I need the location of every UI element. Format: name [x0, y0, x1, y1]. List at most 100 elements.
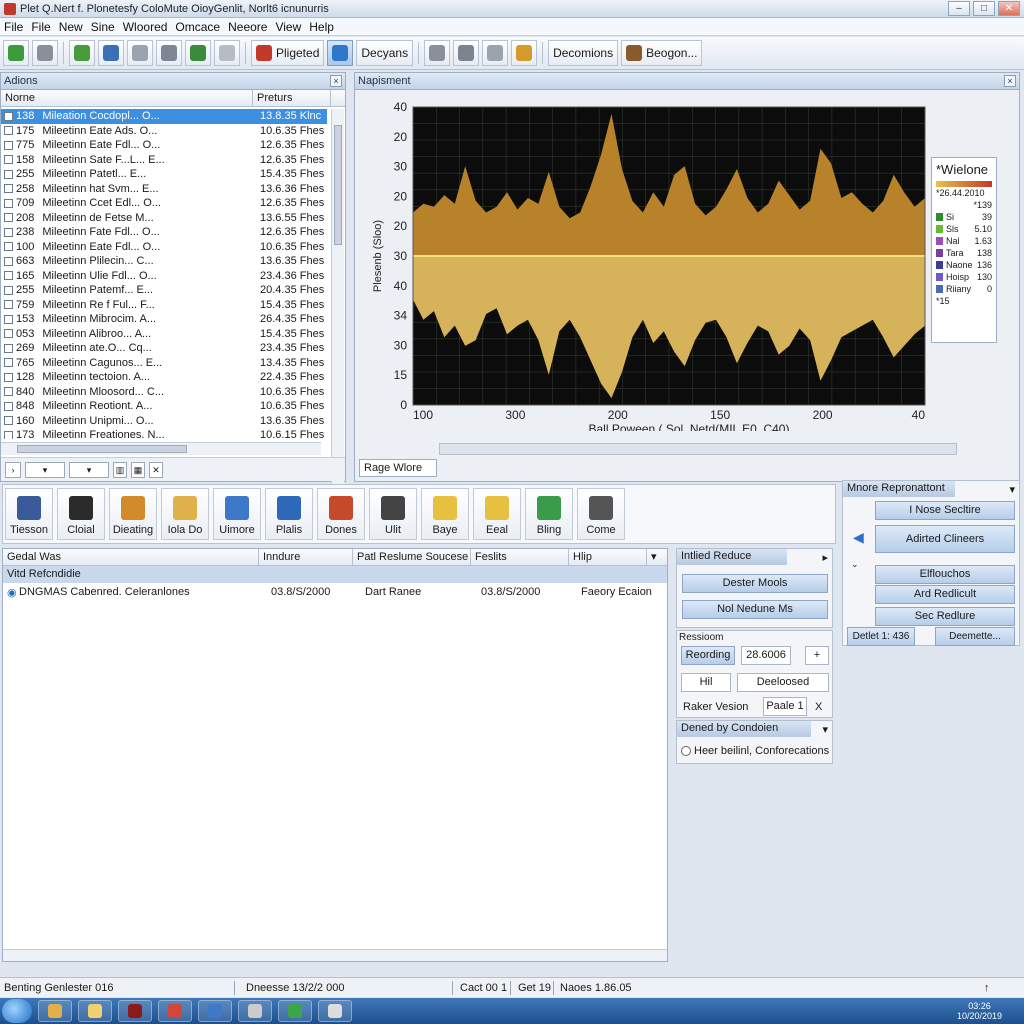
table-row[interactable]: ◉ DNGMAS Cabenred. Celeranlones 03.8/S/2…: [3, 583, 667, 601]
scroll-thumb[interactable]: [17, 445, 187, 453]
list-item[interactable]: 158 Mileetinn Sate F...L... E... 12.6.35 F…: [1, 153, 327, 168]
list-item[interactable]: 775 Mileetinn Eate Fdl... O... 12.6.35 Fhe…: [1, 138, 327, 153]
results-horizontal-scrollbar[interactable]: [3, 949, 667, 961]
pager-page-dropdown[interactable]: ▾: [69, 461, 109, 478]
menu-new[interactable]: New: [59, 20, 91, 34]
ribbon-button-11[interactable]: Come: [577, 488, 625, 540]
taskbar-app[interactable]: [78, 1000, 112, 1022]
ribbon-button-1[interactable]: Cloial: [57, 488, 105, 540]
taskbar-app[interactable]: [278, 1000, 312, 1022]
ribbon-button-2[interactable]: Dieating: [109, 488, 157, 540]
start-button[interactable]: [2, 999, 32, 1023]
deeloosed-button[interactable]: Deeloosed: [737, 673, 829, 692]
row-checkbox[interactable]: [4, 285, 13, 295]
recording-value-field[interactable]: 28.6006: [741, 646, 791, 665]
column-header-general[interactable]: Gedal Was: [3, 549, 259, 565]
menu-wloored[interactable]: Wloored: [123, 20, 176, 34]
list-item[interactable]: 255 Mileetinn Patetl... E... 15.4.35 Fhes: [1, 167, 327, 182]
close-button[interactable]: ✕: [998, 1, 1020, 16]
row-checkbox[interactable]: [4, 329, 13, 339]
taskbar-app[interactable]: [38, 1000, 72, 1022]
minimize-button[interactable]: –: [948, 1, 970, 16]
close-panel-icon[interactable]: ×: [330, 75, 342, 87]
toolbar-button-16[interactable]: Beogon...: [621, 40, 703, 66]
ard-redlicult-button[interactable]: Ard Redlicult: [875, 585, 1015, 604]
dened-header[interactable]: Dened by Condoien: [677, 721, 811, 737]
list-item[interactable]: 173 Mileetinn Freationes. N... 10.6.15 Fhe…: [1, 428, 327, 439]
tab-deemette[interactable]: Deemette...: [935, 627, 1015, 646]
option-row[interactable]: Heer beilinl, Conforecations: [681, 745, 829, 757]
ribbon-button-6[interactable]: Dones: [317, 488, 365, 540]
ribbon-button-0[interactable]: Tiesson: [5, 488, 53, 540]
row-checkbox[interactable]: [4, 314, 13, 324]
toolbar-button-12[interactable]: [453, 40, 480, 66]
view-list-icon[interactable]: ▥: [113, 461, 127, 478]
list-item[interactable]: 100 Mileetinn Eate Fdl... O... 10.6.35 Fhe…: [1, 240, 327, 255]
list-item[interactable]: 165 Mileetinn Ulie Fdl... O... 23.4.36 Fhe…: [1, 269, 327, 284]
toolbar-button-11[interactable]: [424, 40, 451, 66]
column-options-icon[interactable]: ▾: [647, 549, 667, 565]
list-item[interactable]: 153 Mileetinn Mibrocim. A... 26.4.35 Fhes: [1, 312, 327, 327]
toolbar-button-14[interactable]: [511, 40, 538, 66]
clear-icon[interactable]: ✕: [149, 461, 163, 478]
menu-omcace[interactable]: Omcace: [175, 20, 228, 34]
list-item[interactable]: 709 Mileetinn Ccet Edl... O... 12.6.35 Fhe…: [1, 196, 327, 211]
row-checkbox[interactable]: [4, 387, 13, 397]
eiflouchos-button[interactable]: Elflouchos: [875, 565, 1015, 584]
list-item[interactable]: 160 Mileetinn Unipmi... O... 13.6.35 Fhes: [1, 414, 327, 429]
toolbar-button-8[interactable]: Pligeted: [251, 40, 325, 66]
column-header-size[interactable]: Preturs: [253, 90, 331, 106]
column-header-name[interactable]: Norne: [1, 90, 253, 106]
sec-redlure-button[interactable]: Sec Redlure: [875, 607, 1015, 626]
row-checkbox[interactable]: [4, 111, 13, 121]
adjusted-clients-button[interactable]: Adirted Clineers: [875, 525, 1015, 553]
toolbar-button-7[interactable]: [214, 40, 240, 66]
toolbar-button-3[interactable]: [98, 40, 124, 66]
row-checkbox[interactable]: [4, 126, 13, 136]
list-item[interactable]: 238 Mileetinn Fate Fdl... O... 12.6.35 Fhe…: [1, 225, 327, 240]
menu-help[interactable]: Help: [309, 20, 342, 34]
toolbar-button-2[interactable]: [69, 40, 95, 66]
list-item[interactable]: 128 Mileetinn tectoion. A... 22.4.35 Fhes: [1, 370, 327, 385]
row-checkbox[interactable]: [4, 169, 13, 179]
pager-prev-button[interactable]: ›: [5, 461, 21, 478]
radio-icon[interactable]: [681, 746, 691, 756]
list-item[interactable]: 269 Mileetinn ate.O... Cq... 23.4.35 Fhes: [1, 341, 327, 356]
waveform-chart[interactable]: 402030202030403430150100 300 200 150 200 40Ba…: [359, 91, 959, 431]
dester-mools-button[interactable]: Dester Mools: [682, 574, 828, 593]
arrow-up-icon[interactable]: ↑: [984, 982, 990, 994]
hil-button[interactable]: Hil: [681, 673, 731, 692]
taskbar-app[interactable]: [158, 1000, 192, 1022]
toolbar-button-15[interactable]: Decomions: [548, 40, 619, 66]
list-item[interactable]: 258 Mileetinn hat Svm... E... 13.6.36 Fhes: [1, 182, 327, 197]
list-item[interactable]: 053 Mileetinn Alibroo... A... 15.4.35 Fhes: [1, 327, 327, 342]
scroll-thumb[interactable]: [334, 125, 342, 245]
recording-button[interactable]: Reording: [681, 646, 735, 665]
list-item[interactable]: 175 Mileetinn Eate Ads. O... 10.6.35 Fhes: [1, 124, 327, 139]
actions-vertical-scrollbar[interactable]: [331, 109, 344, 513]
list-item[interactable]: 765 Mileetinn Cagunos... E... 13.4.35 Fhes: [1, 356, 327, 371]
column-header-help[interactable]: Hlip: [569, 549, 647, 565]
row-checkbox[interactable]: [4, 343, 13, 353]
row-checkbox[interactable]: [4, 155, 13, 165]
ribbon-button-9[interactable]: Eeal: [473, 488, 521, 540]
page-field[interactable]: Paale 1: [763, 697, 807, 716]
row-checkbox[interactable]: [4, 300, 13, 310]
view-grid-icon[interactable]: ▦: [131, 461, 145, 478]
taskbar-clock[interactable]: 03:26 10/20/2019: [957, 1001, 1002, 1021]
row-checkbox[interactable]: [4, 213, 13, 223]
column-header-results[interactable]: Feslits: [471, 549, 569, 565]
toolbar-button-13[interactable]: [482, 40, 509, 66]
list-item[interactable]: 840 Mileetinn Mloosord... C... 10.6.35 Fhe…: [1, 385, 327, 400]
waveform-tab[interactable]: Rage Wlore: [359, 459, 437, 477]
menu-neeore[interactable]: Neeore: [228, 20, 275, 34]
list-item[interactable]: 848 Mileetinn Reotiont. A... 10.6.35 Fhes: [1, 399, 327, 414]
row-checkbox[interactable]: [4, 227, 13, 237]
toolbar-button-6[interactable]: [185, 40, 211, 66]
menu-view[interactable]: View: [275, 20, 309, 34]
row-checkbox[interactable]: [4, 242, 13, 252]
initial-reduce-header[interactable]: Intlied Reduce: [677, 549, 787, 565]
results-group-header[interactable]: Vitd Refcndidie: [3, 566, 667, 583]
row-checkbox[interactable]: [4, 256, 13, 266]
toolbar-button-0[interactable]: [3, 40, 29, 66]
